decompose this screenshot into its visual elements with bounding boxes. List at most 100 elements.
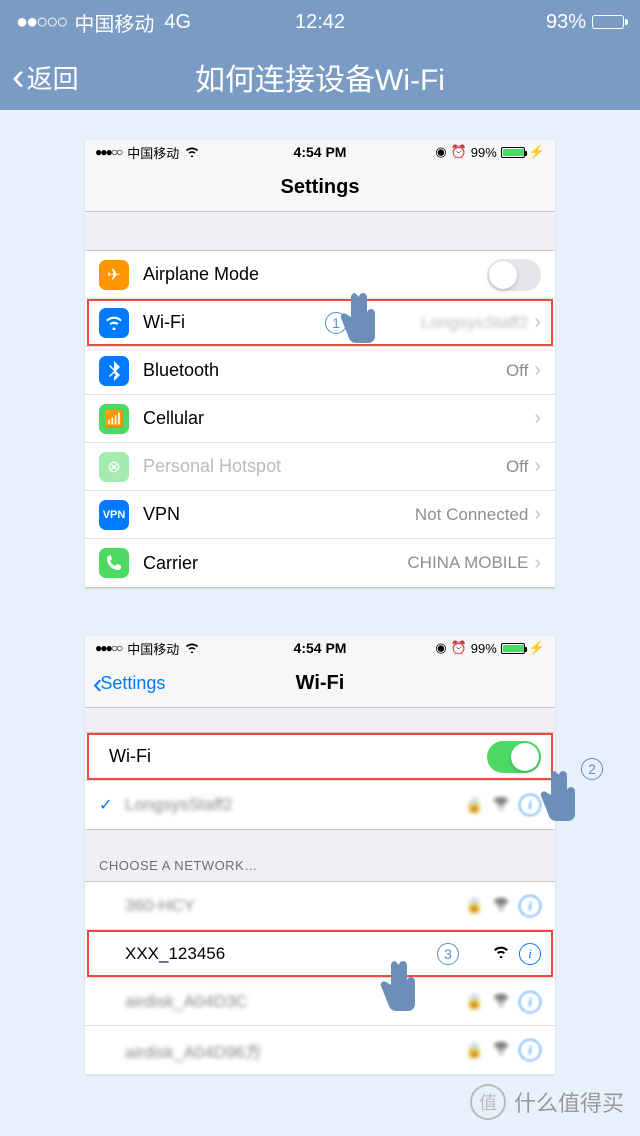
network-row[interactable]: 360-HCY 🔒 i <box>85 882 555 930</box>
wifi-header: ‹ Settings Wi-Fi <box>85 660 555 708</box>
inner-status-bar: ●●●○○ 中国移动 4:54 PM ◉ ⏰ 99% ⚡ <box>85 636 555 660</box>
carrier-row[interactable]: Carrier CHINA MOBILE › <box>85 539 555 587</box>
wifi-signal-icon <box>493 1041 509 1059</box>
chevron-right-icon: › <box>534 311 541 334</box>
row-value: Not Connected <box>415 505 528 525</box>
charging-icon: ⚡ <box>529 640 545 656</box>
info-icon[interactable]: i <box>519 1039 541 1061</box>
step-marker-2: 2 <box>581 758 603 780</box>
row-label: Bluetooth <box>143 360 219 381</box>
step-marker-3: 3 <box>437 943 459 965</box>
step-marker-1: 1 <box>325 312 347 334</box>
row-label: Wi-Fi <box>143 312 185 333</box>
airplane-toggle[interactable] <box>487 259 541 291</box>
row-label: Airplane Mode <box>143 264 259 285</box>
cellular-row[interactable]: 📶 Cellular › <box>85 395 555 443</box>
header-title: Wi-Fi <box>296 672 345 695</box>
inner-status-bar: ●●●○○ 中国移动 4:54 PM ◉ ⏰ 99% ⚡ <box>85 140 555 164</box>
wifi-signal-icon <box>493 993 509 1011</box>
clock: 4:54 PM <box>294 640 347 656</box>
row-value: Off <box>506 361 528 381</box>
row-value: CHINA MOBILE <box>407 553 528 573</box>
battery-percent: 93% <box>546 11 586 34</box>
network-name: airdisk_A04D96方 <box>125 1038 262 1063</box>
tutorial-screenshot-1: ●●●○○ 中国移动 4:54 PM ◉ ⏰ 99% ⚡ Settings ✈ … <box>85 140 555 588</box>
row-label: Wi-Fi <box>109 746 151 767</box>
network-icons: 🔒 i <box>466 1039 541 1061</box>
row-label: VPN <box>143 504 180 525</box>
checkmark-icon: ✓ <box>99 795 112 815</box>
connected-network-row[interactable]: ✓ LongsysStaff2 🔒 i <box>85 781 555 829</box>
network-name: 360-HCY <box>125 896 195 916</box>
battery-icon <box>501 147 525 158</box>
chevron-right-icon: › <box>534 552 541 575</box>
carrier-label: 中国移动 <box>127 639 179 658</box>
settings-group: ✈ Airplane Mode Wi-Fi 1 LongsysStaff2 › … <box>85 250 555 588</box>
watermark-text: 什么值得买 <box>514 1086 624 1118</box>
bluetooth-icon <box>99 356 129 386</box>
row-label: Cellular <box>143 408 204 429</box>
vpn-icon: VPN <box>99 500 129 530</box>
hotspot-icon: ⊗ <box>99 452 129 482</box>
status-right: ◉ ⏰ 99% ⚡ <box>435 144 545 160</box>
wifi-toggle[interactable] <box>487 741 541 773</box>
vpn-row[interactable]: VPN VPN Not Connected › <box>85 491 555 539</box>
alarm-icon: ⏰ <box>451 640 467 656</box>
status-right: ◉ ⏰ 99% ⚡ <box>435 640 545 656</box>
network-icons: 🔒 i <box>466 991 541 1013</box>
phone-icon <box>99 548 129 578</box>
nav-bar: ‹ 返回 如何连接设备Wi-Fi <box>0 44 640 110</box>
network-name: airdisk_A04D3C <box>125 992 248 1012</box>
network-row[interactable]: airdisk_A04D96方 🔒 i <box>85 1026 555 1074</box>
carrier-label: 中国移动 <box>127 143 179 162</box>
carrier-label: 中国移动 <box>74 8 154 37</box>
back-label: Settings <box>100 673 165 694</box>
clock: 12:42 <box>295 11 345 34</box>
battery-icon <box>501 643 525 654</box>
info-icon[interactable]: i <box>519 895 541 917</box>
info-icon[interactable]: i <box>519 794 541 816</box>
signal-dots-icon: ●●●○○ <box>95 145 121 159</box>
wifi-toggle-group: Wi-Fi ✓ LongsysStaff2 🔒 i <box>85 732 555 830</box>
info-icon[interactable]: i <box>519 943 541 965</box>
back-label: 返回 <box>27 59 79 96</box>
network-icons: 🔒 i <box>466 794 541 816</box>
battery-indicator: 93% <box>546 11 624 34</box>
chevron-right-icon: › <box>534 407 541 430</box>
outer-status-bar: ●●○○○ 中国移动 4G 12:42 93% <box>0 0 640 44</box>
wifi-signal-icon <box>493 897 509 915</box>
airplane-icon: ✈ <box>99 260 129 290</box>
row-value: Off <box>506 457 528 477</box>
airplane-mode-row[interactable]: ✈ Airplane Mode <box>85 251 555 299</box>
network-name: XXX_123456 <box>125 944 225 964</box>
chevron-right-icon: › <box>534 455 541 478</box>
choose-network-header: CHOOSE A NETWORK… <box>85 830 555 881</box>
hotspot-row[interactable]: ⊗ Personal Hotspot Off › <box>85 443 555 491</box>
dnd-icon: ◉ <box>435 640 446 656</box>
lock-icon: 🔒 <box>466 993 483 1010</box>
wifi-icon <box>185 144 199 160</box>
wifi-icon <box>99 308 129 338</box>
wifi-toggle-row[interactable]: Wi-Fi <box>85 733 555 781</box>
back-button[interactable]: ‹ Settings <box>93 668 165 700</box>
header-title: Settings <box>281 176 360 199</box>
info-icon[interactable]: i <box>519 991 541 1013</box>
bluetooth-row[interactable]: Bluetooth Off › <box>85 347 555 395</box>
tutorial-screenshot-2: ●●●○○ 中国移动 4:54 PM ◉ ⏰ 99% ⚡ ‹ Settings … <box>85 636 555 1074</box>
network-row[interactable]: airdisk_A04D3C 🔒 i <box>85 978 555 1026</box>
wifi-signal-icon <box>493 945 509 963</box>
row-value: LongsysStaff2 <box>421 313 528 333</box>
chevron-right-icon: › <box>534 359 541 382</box>
back-button[interactable]: ‹ 返回 <box>12 58 79 96</box>
wifi-signal-icon <box>493 796 509 814</box>
cellular-icon: 📶 <box>99 404 129 434</box>
watermark-icon: 值 <box>470 1084 506 1120</box>
lock-icon: 🔒 <box>466 797 483 814</box>
wifi-icon <box>185 640 199 656</box>
battery-percent: 99% <box>471 145 497 160</box>
target-network-row[interactable]: XXX_123456 3 i <box>85 930 555 978</box>
wifi-row[interactable]: Wi-Fi 1 LongsysStaff2 › <box>85 299 555 347</box>
chevron-left-icon: ‹ <box>12 58 25 96</box>
network-icons: 🔒 i <box>466 895 541 917</box>
battery-icon <box>592 15 624 29</box>
